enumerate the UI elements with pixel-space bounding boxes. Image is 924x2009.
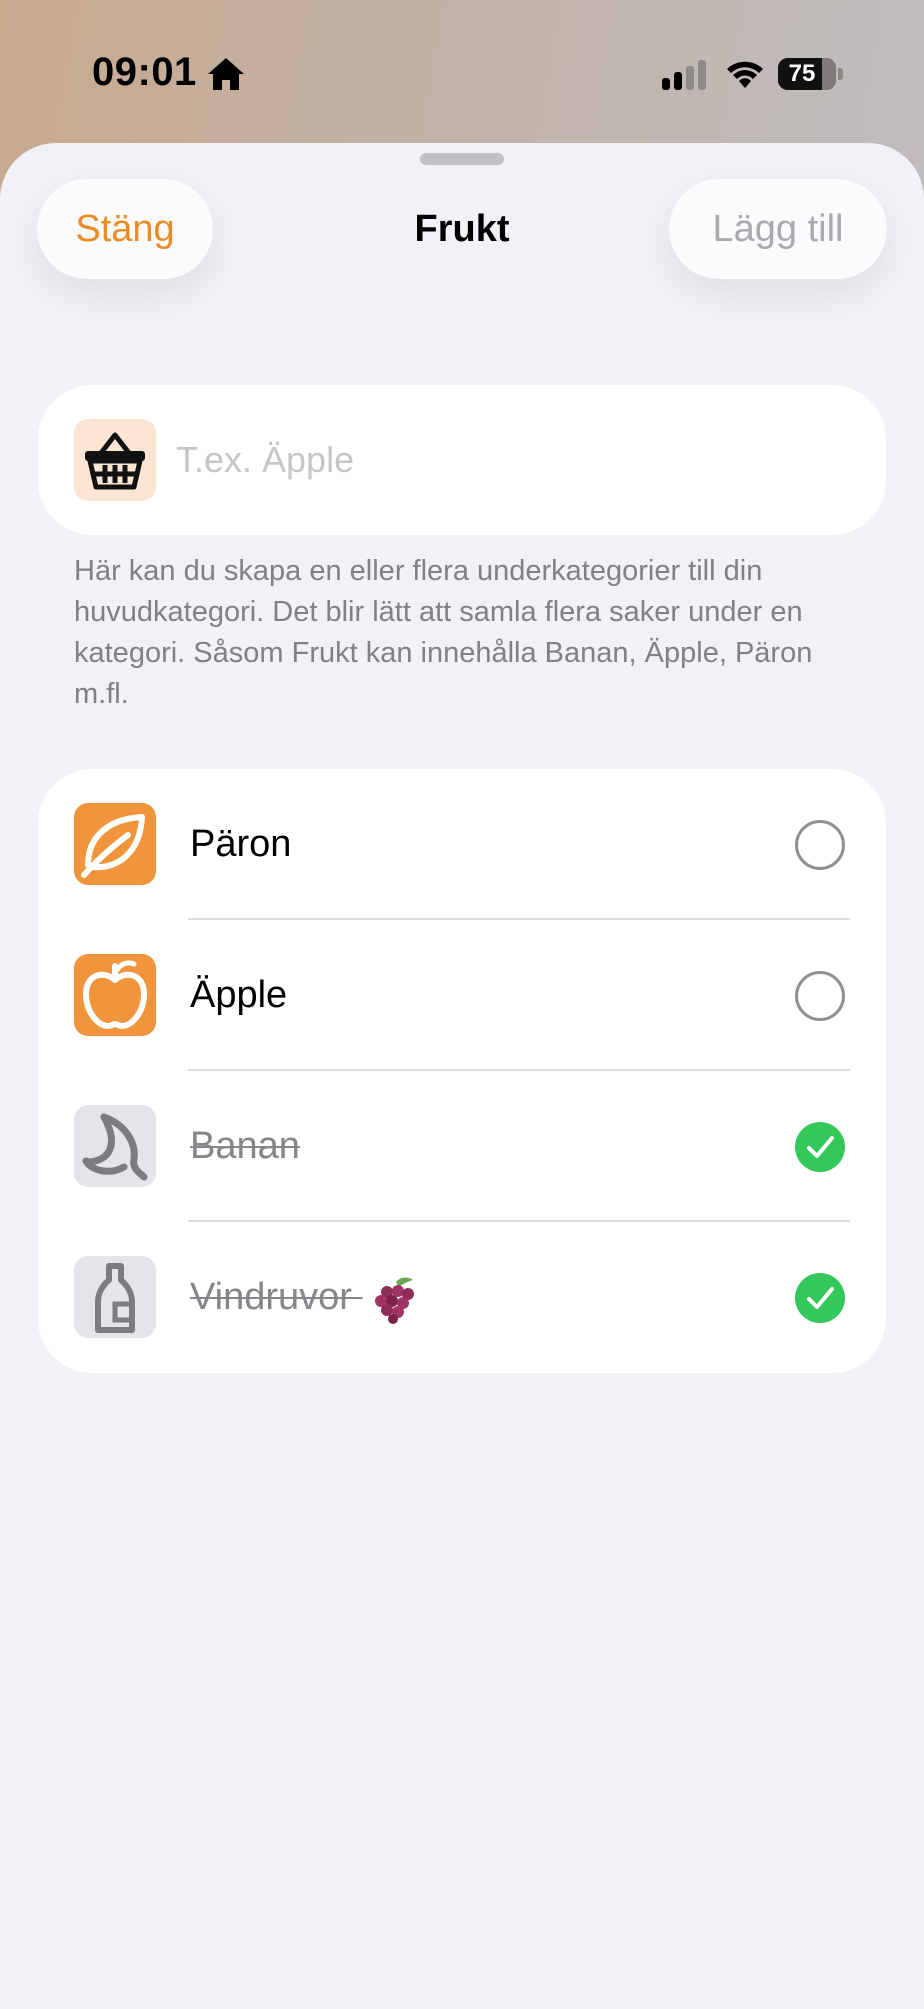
help-text: Här kan du skapa en eller flera underkat… — [74, 555, 813, 710]
item-label: Vindruvor — [190, 1272, 419, 1324]
home-icon — [208, 58, 244, 90]
item-label: Banan — [190, 1125, 300, 1167]
battery-cap — [838, 68, 843, 80]
add-button[interactable]: Lägg till — [669, 179, 887, 279]
battery-percent: 75 — [788, 60, 816, 87]
list-item[interactable]: Vindruvor — [38, 1222, 886, 1373]
subcategory-input[interactable] — [176, 425, 856, 495]
sheet-title: Frukt — [414, 208, 510, 250]
subcategory-list: Päron Äpple Banan Vindruvor — [38, 769, 886, 1373]
sheet-grabber[interactable] — [420, 153, 504, 165]
basket-icon[interactable] — [74, 419, 156, 501]
list-item[interactable]: Äpple — [38, 920, 886, 1071]
item-label: Päron — [190, 823, 292, 865]
unchecked-circle-icon[interactable] — [795, 820, 845, 870]
new-item-card — [38, 385, 886, 535]
status-time: 09:01 — [92, 50, 197, 94]
close-button[interactable]: Stäng — [37, 179, 213, 279]
checkmark-icon[interactable] — [795, 1273, 845, 1323]
leaf-icon — [74, 803, 156, 885]
status-bar: 09:01 75 — [0, 0, 924, 140]
signal-icon — [662, 60, 706, 90]
wifi-icon — [727, 61, 763, 88]
bottom-sheet: Stäng Frukt Lägg till Här kan du skapa e… — [0, 143, 924, 2009]
grapes-emoji — [374, 1277, 414, 1324]
banana-icon — [74, 1105, 156, 1187]
battery-icon: 75 — [778, 58, 836, 90]
item-label: Äpple — [190, 974, 288, 1016]
list-item[interactable]: Päron — [38, 769, 886, 920]
list-item[interactable]: Banan — [38, 1071, 886, 1222]
apple-icon — [74, 954, 156, 1036]
bottle-icon — [74, 1256, 156, 1338]
unchecked-circle-icon[interactable] — [795, 971, 845, 1021]
checkmark-icon[interactable] — [795, 1122, 845, 1172]
